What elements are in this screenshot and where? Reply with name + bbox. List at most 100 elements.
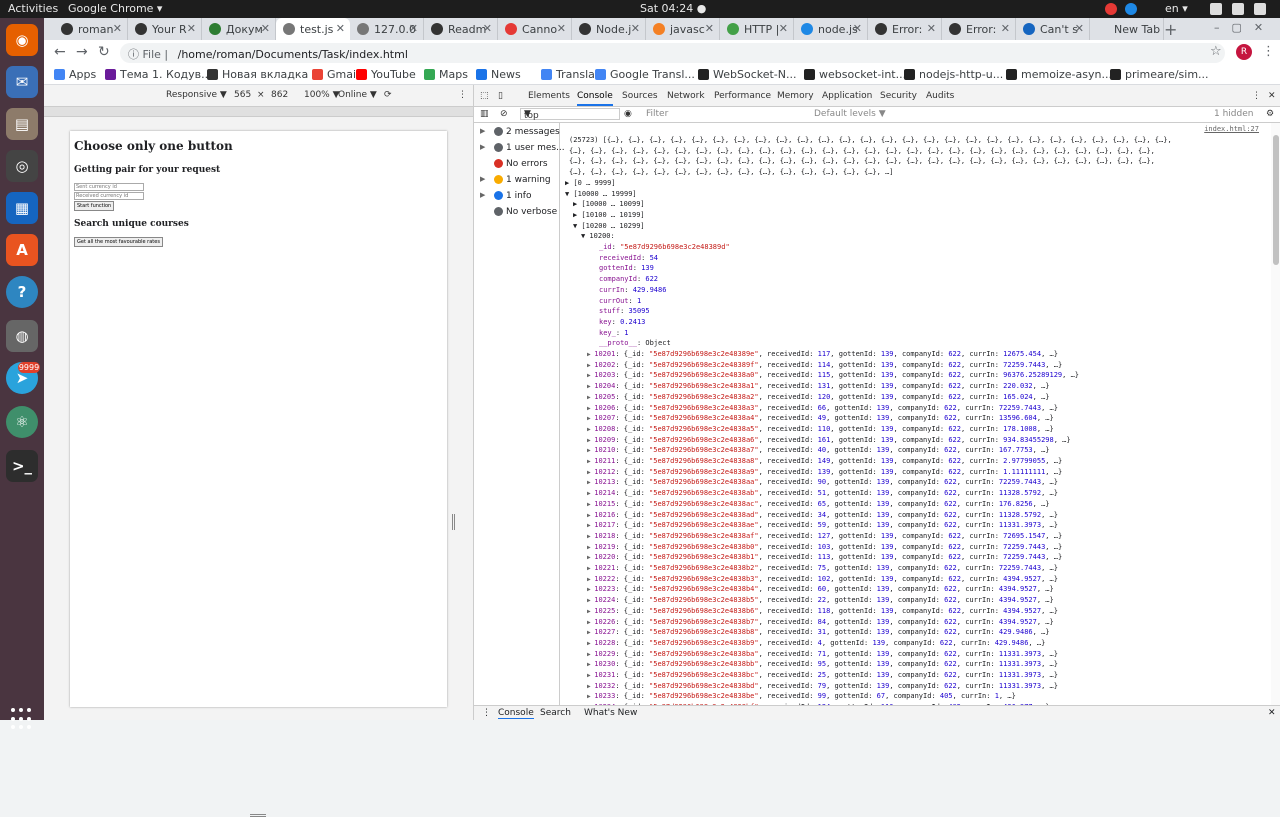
console-array-row[interactable]: ▶ 10208: {_id: "5e87d9296b698e3c2e4838a5… xyxy=(587,424,1054,434)
console-array-row[interactable]: ▶ 10219: {_id: "5e87d9296b698e3c2e4838b0… xyxy=(587,542,1062,552)
back-icon[interactable]: ← xyxy=(54,44,66,60)
browser-tab[interactable]: HTTP | ✕ xyxy=(720,18,794,40)
device-toggle-icon[interactable]: ▯ xyxy=(498,91,503,101)
bookmark-item[interactable]: WebSocket-N... xyxy=(698,68,797,81)
console-array-row[interactable]: ▶ 10223: {_id: "5e87d9296b698e3c2e4838b4… xyxy=(587,584,1054,594)
bookmark-item[interactable]: Apps xyxy=(54,68,96,81)
console-array-row[interactable]: ▶ 10206: {_id: "5e87d9296b698e3c2e4838a3… xyxy=(587,403,1058,413)
clock[interactable]: Sat 04:24 ● xyxy=(640,2,706,15)
rhythmbox-icon[interactable]: ◎ xyxy=(6,150,38,182)
object-property[interactable]: companyId: 622 xyxy=(599,274,658,284)
expand-arrow-icon[interactable]: ▶ xyxy=(480,143,485,151)
chrome-icon[interactable]: ◍ xyxy=(6,320,38,352)
bookmark-item[interactable]: Google Transl... xyxy=(595,68,695,81)
close-tab-icon[interactable]: ✕ xyxy=(631,22,640,35)
console-log-line[interactable]: ▼ [10200 … 10299] xyxy=(573,221,645,231)
drawer-tab-search[interactable]: Search xyxy=(540,708,571,718)
scroll-thumb[interactable] xyxy=(1273,135,1279,265)
console-array-row[interactable]: ▶ 10214: {_id: "5e87d9296b698e3c2e4838ab… xyxy=(587,488,1058,498)
close-tab-icon[interactable]: ✕ xyxy=(113,22,122,35)
software-icon[interactable]: A xyxy=(6,234,38,266)
console-log-line[interactable]: ▶ [10100 … 10199] xyxy=(573,210,645,220)
console-array-row[interactable]: ▶ 10224: {_id: "5e87d9296b698e3c2e4838b5… xyxy=(587,595,1054,605)
atom-icon[interactable]: ⚛ xyxy=(6,406,38,438)
console-array-row[interactable]: ▶ 10211: {_id: "5e87d9296b698e3c2e4838a8… xyxy=(587,456,1062,466)
close-tab-icon[interactable]: ✕ xyxy=(557,22,566,35)
new-tab-button[interactable]: + xyxy=(1164,20,1177,39)
close-tab-icon[interactable]: ✕ xyxy=(1001,22,1010,35)
media-query-bar[interactable] xyxy=(44,107,473,117)
console-array-row[interactable]: ▶ 10216: {_id: "5e87d9296b698e3c2e4838ad… xyxy=(587,510,1058,520)
app-menu[interactable]: Google Chrome ▾ xyxy=(68,2,162,15)
console-log-line[interactable]: {…}, {…}, {…}, {…}, {…}, {…}, {…}, {…}, … xyxy=(569,156,1155,166)
network-select[interactable]: Online ▼ xyxy=(338,90,377,100)
object-property[interactable]: __proto__: Object xyxy=(599,338,671,348)
drawer-tab-whats-new[interactable]: What's New xyxy=(584,708,637,718)
browser-tab[interactable]: Error: ✕ xyxy=(942,18,1016,40)
browser-tab[interactable]: New Tab xyxy=(1090,18,1164,40)
console-log-line[interactable]: ▼ [10000 … 19999] xyxy=(565,189,637,199)
window-controls[interactable]: –▢✕ xyxy=(1214,21,1275,34)
browser-tab[interactable]: Your R ✕ xyxy=(128,18,202,40)
console-log-line[interactable]: (25723) [{…}, {…}, {…}, {…}, {…}, {…}, {… xyxy=(569,135,1172,145)
bookmark-item[interactable]: Gmail xyxy=(312,68,359,81)
bookmark-item[interactable]: nodejs-http-u... xyxy=(904,68,1003,81)
forward-icon[interactable]: → xyxy=(76,44,88,60)
console-array-row[interactable]: ▶ 10225: {_id: "5e87d9296b698e3c2e4838b6… xyxy=(587,606,1058,616)
console-array-row[interactable]: ▶ 10207: {_id: "5e87d9296b698e3c2e4838a4… xyxy=(587,413,1054,423)
console-array-row[interactable]: ▶ 10205: {_id: "5e87d9296b698e3c2e4838a2… xyxy=(587,392,1050,402)
terminal-icon[interactable]: >_ xyxy=(6,450,38,482)
eye-icon[interactable]: ◉ xyxy=(624,109,632,119)
sent-currency-input[interactable] xyxy=(74,183,144,191)
power-icon[interactable] xyxy=(1254,3,1266,15)
tab-performance[interactable]: Performance xyxy=(714,91,771,101)
console-array-row[interactable]: ▶ 10232: {_id: "5e87d9296b698e3c2e4838bd… xyxy=(587,681,1058,691)
tab-network[interactable]: Network xyxy=(667,91,705,101)
close-devtools-icon[interactable]: ✕ xyxy=(1268,91,1276,101)
bookmark-item[interactable]: Maps xyxy=(424,68,468,81)
bookmark-item[interactable]: memoize-asyn... xyxy=(1006,68,1112,81)
console-settings-icon[interactable]: ⚙ xyxy=(1266,109,1274,119)
object-property[interactable]: _id: "5e87d9296b698e3c2e48389d" xyxy=(599,242,730,252)
writer-icon[interactable]: ▦ xyxy=(6,192,38,224)
close-tab-icon[interactable]: ✕ xyxy=(779,22,788,35)
drawer-tab-console[interactable]: Console xyxy=(498,708,534,719)
context-select[interactable]: top ▼ xyxy=(520,108,620,121)
tray-app-icon-2[interactable] xyxy=(1125,3,1137,15)
filter-input[interactable]: Filter xyxy=(646,109,668,119)
object-property[interactable]: key: 0.2413 xyxy=(599,317,645,327)
url-text[interactable]: /home/roman/Documents/Task/index.html xyxy=(178,48,408,61)
object-property[interactable]: currIn: 429.9486 xyxy=(599,285,666,295)
site-info-icon[interactable]: ⓘ File | xyxy=(128,48,168,61)
object-property[interactable]: receivedId: 54 xyxy=(599,253,658,263)
devtools-menu-icon[interactable]: ⋮ xyxy=(1252,91,1261,101)
console-array-row[interactable]: ▶ 10209: {_id: "5e87d9296b698e3c2e4838a6… xyxy=(587,435,1071,445)
log-levels-select[interactable]: Default levels ▼ xyxy=(814,109,886,119)
console-array-row[interactable]: ▶ 10231: {_id: "5e87d9296b698e3c2e4838bc… xyxy=(587,670,1058,680)
browser-tab[interactable]: node.js ✕ xyxy=(794,18,868,40)
console-array-row[interactable]: ▶ 10228: {_id: "5e87d9296b698e3c2e4838b9… xyxy=(587,638,1045,648)
console-sidebar-item[interactable]: ▶ 1 info xyxy=(480,191,531,205)
expand-arrow-icon[interactable]: ▶ xyxy=(480,127,485,135)
device-menu-icon[interactable]: ⋮ xyxy=(458,90,467,100)
object-property[interactable]: key_: 1 xyxy=(599,328,629,338)
console-array-row[interactable]: ▶ 10213: {_id: "5e87d9296b698e3c2e4838aa… xyxy=(587,477,1058,487)
console-array-row[interactable]: ▶ 10221: {_id: "5e87d9296b698e3c2e4838b2… xyxy=(587,563,1058,573)
thunderbird-icon[interactable]: ✉ xyxy=(6,66,38,98)
tab-sources[interactable]: Sources xyxy=(622,91,658,101)
bookmark-item[interactable]: News xyxy=(476,68,521,81)
console-sidebar-item[interactable]: ▶ 1 user mes... xyxy=(480,143,565,157)
tab-memory[interactable]: Memory xyxy=(777,91,814,101)
bookmark-item[interactable]: websocket-int... xyxy=(804,68,906,81)
browser-tab[interactable]: Node.j ✕ xyxy=(572,18,646,40)
console-array-row[interactable]: ▶ 10230: {_id: "5e87d9296b698e3c2e4838bb… xyxy=(587,659,1058,669)
tab-console[interactable]: Console xyxy=(577,91,613,106)
console-array-row[interactable]: ▶ 10204: {_id: "5e87d9296b698e3c2e4838a1… xyxy=(587,381,1050,391)
volume-icon[interactable] xyxy=(1232,3,1244,15)
bookmark-item[interactable]: primeare/sim... xyxy=(1110,68,1209,81)
tab-elements[interactable]: Elements xyxy=(528,91,570,101)
zoom-select[interactable]: 100% ▼ xyxy=(304,90,340,100)
browser-tab[interactable]: Can't s ✕ xyxy=(1016,18,1090,40)
console-array-row[interactable]: ▶ 10210: {_id: "5e87d9296b698e3c2e4838a7… xyxy=(587,445,1050,455)
wifi-icon[interactable] xyxy=(1210,3,1222,15)
